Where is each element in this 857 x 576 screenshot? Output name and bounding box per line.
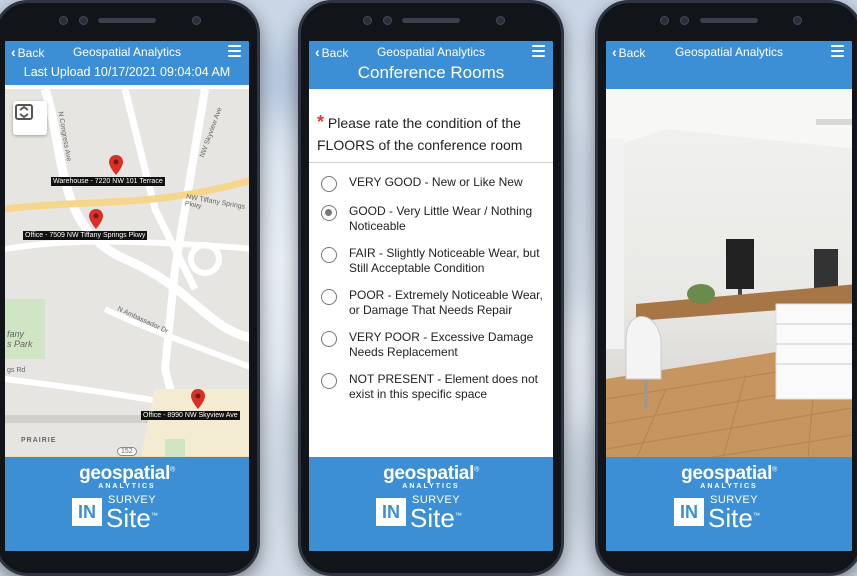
screen: ‹ Back Geospatial Analytics Conference Ro…: [309, 41, 553, 551]
rating-option-very-good[interactable]: VERY GOOD - New or Like New: [309, 169, 553, 198]
speaker-grille: [402, 18, 460, 23]
phone-map: ‹ Back Geospatial Analytics Last Upload 1…: [0, 0, 260, 576]
last-upload-text: Last Upload 10/17/2021 09:04:04 AM: [23, 65, 231, 79]
screen: ‹ Back Geospatial Analytics Last Upload 1…: [5, 41, 249, 551]
office-room-image: [606, 89, 852, 457]
required-icon: *: [317, 112, 325, 132]
hamburger-menu-icon[interactable]: [532, 45, 545, 57]
map-pin-icon[interactable]: [89, 209, 103, 229]
expand-map-button[interactable]: [13, 101, 47, 135]
sensor-icon: [383, 16, 392, 25]
rating-options: VERY GOOD - New or Like New GOOD - Very …: [309, 163, 553, 408]
insite-logo: IN SURVEY Site™: [674, 494, 784, 534]
app-title: Geospatial Analytics: [72, 45, 182, 59]
rating-option-good[interactable]: GOOD - Very Little Wear / Nothing Notice…: [309, 198, 553, 240]
brand-logo: geospatial®: [79, 463, 175, 484]
app-title: Geospatial Analytics: [674, 45, 784, 59]
brand-footer: geospatial® ANALYTICS IN SURVEY Site™: [5, 457, 249, 551]
expand-map-icon: [15, 104, 33, 120]
sensor-icon: [79, 16, 88, 25]
map-pin-icon[interactable]: [109, 155, 123, 175]
app-header: ‹ Back Geospatial Analytics Conference Ro…: [309, 41, 553, 89]
brand-footer: geospatial® ANALYTICS IN SURVEY Site™: [309, 457, 553, 551]
phone-photo: ‹ Back Geospatial Analytics geospatial® …: [595, 0, 857, 576]
hamburger-menu-icon[interactable]: [831, 45, 844, 57]
phone-top-bezel: [301, 3, 561, 41]
rating-option-not-present[interactable]: NOT PRESENT - Element does not exist in …: [309, 366, 553, 408]
rating-option-very-poor[interactable]: VERY POOR - Excessive Damage Needs Repla…: [309, 324, 553, 366]
hamburger-menu-icon[interactable]: [228, 45, 241, 57]
phone-top-bezel: [0, 3, 257, 41]
map-pin-icon[interactable]: [191, 389, 205, 409]
rating-option-fair[interactable]: FAIR - Slightly Noticeable Wear, but Sti…: [309, 240, 553, 282]
sensor-icon: [660, 16, 669, 25]
brand-logo: geospatial®: [383, 463, 479, 484]
insite-logo: IN SURVEY Site™: [72, 494, 182, 534]
phone-top-bezel: [598, 3, 857, 41]
radio-button[interactable]: [321, 331, 337, 347]
route-shield: 152: [117, 447, 137, 456]
question-text: * Please rate the condition of the FLOOR…: [309, 111, 553, 163]
radio-button[interactable]: [321, 373, 337, 389]
radio-button[interactable]: [321, 176, 337, 192]
phone-survey: ‹ Back Geospatial Analytics Conference Ro…: [298, 0, 564, 576]
insite-logo: IN SURVEY Site™: [376, 494, 486, 534]
brand-logo: geospatial®: [681, 463, 777, 484]
page-title: Conference Rooms: [357, 63, 505, 82]
area-label: PRAIRIE: [21, 437, 57, 444]
map-view[interactable]: N Congress Ave NW Skyview Ave N Ambassad…: [5, 89, 249, 457]
app-header: ‹ Back Geospatial Analytics: [606, 41, 852, 89]
radio-button[interactable]: [321, 289, 337, 305]
front-camera-icon: [496, 16, 505, 25]
pin-label: Office - 8990 NW Skyview Ave: [141, 411, 240, 420]
survey-form: * Please rate the condition of the FLOOR…: [309, 111, 553, 457]
rating-option-poor[interactable]: POOR - Extremely Noticeable Wear, or Dam…: [309, 282, 553, 324]
street-label: gs Rd: [7, 367, 26, 374]
map-roads: [5, 89, 249, 457]
brand-footer: geospatial® ANALYTICS IN SURVEY Site™: [606, 457, 852, 551]
front-camera-icon: [793, 16, 802, 25]
speaker-grille: [700, 18, 758, 23]
pin-label: Warehouse - 7220 NW 101 Terrace: [51, 177, 165, 186]
sensor-icon: [680, 16, 689, 25]
radio-button[interactable]: [321, 247, 337, 263]
room-photo: [606, 89, 852, 457]
pin-label: Office - 7509 NW Tiffany Springs Pkwy: [23, 231, 148, 240]
radio-button-selected[interactable]: [321, 205, 337, 221]
speaker-grille: [98, 18, 156, 23]
app-header: ‹ Back Geospatial Analytics Last Upload 1…: [5, 41, 249, 85]
park-label: fany s Park: [7, 329, 33, 349]
sensor-icon: [59, 16, 68, 25]
sensor-icon: [363, 16, 372, 25]
front-camera-icon: [192, 16, 201, 25]
app-title: Geospatial Analytics: [376, 45, 486, 59]
screen: ‹ Back Geospatial Analytics geospatial® …: [606, 41, 852, 551]
